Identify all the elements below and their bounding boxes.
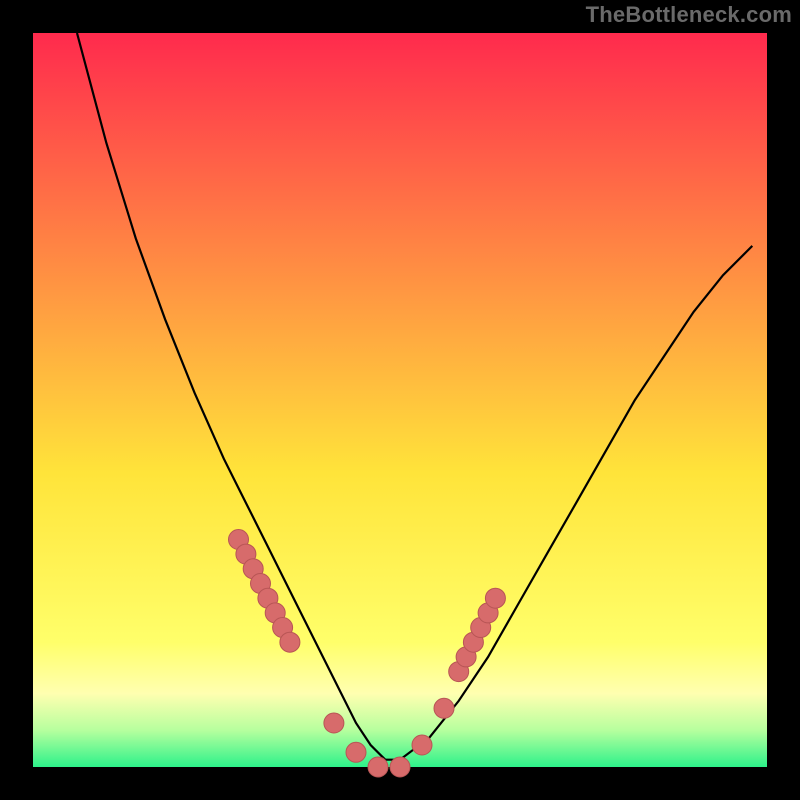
plot-area: [33, 33, 767, 767]
highlight-dot: [368, 757, 388, 777]
highlight-dot: [346, 742, 366, 762]
highlight-dot: [412, 735, 432, 755]
highlight-dot: [390, 757, 410, 777]
highlight-dot: [280, 632, 300, 652]
highlight-dot: [485, 588, 505, 608]
chart-stage: { "watermark": "TheBottleneck.com", "col…: [0, 0, 800, 800]
watermark-text: TheBottleneck.com: [586, 2, 792, 28]
highlight-dot: [434, 698, 454, 718]
chart-svg: [0, 0, 800, 800]
highlight-dot: [324, 713, 344, 733]
